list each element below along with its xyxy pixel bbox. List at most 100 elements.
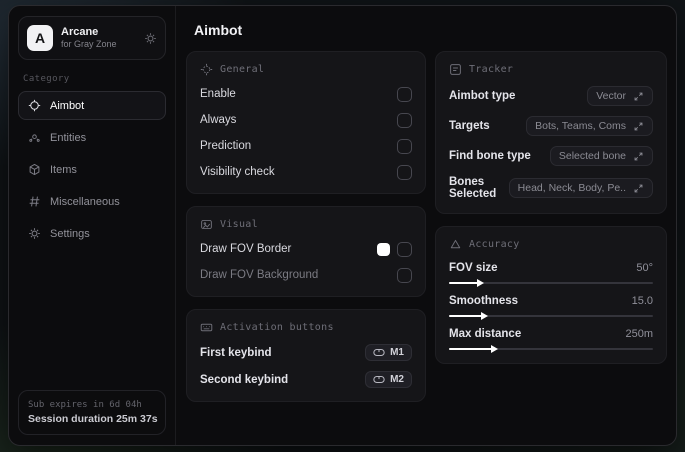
keybind-label: Second keybind xyxy=(200,373,289,386)
expand-icon xyxy=(633,183,644,194)
session-duration-text: Session duration 25m 37s xyxy=(28,413,158,425)
slider-label: Max distance xyxy=(449,328,522,340)
select-targets[interactable]: Bots, Teams, Coms xyxy=(526,116,653,136)
keybind-value: M1 xyxy=(390,347,404,358)
triangle-icon xyxy=(449,238,462,251)
tracker-rows: Aimbot type Vector Targets Bots, Teams, Com… xyxy=(449,86,653,200)
select-value: Vector xyxy=(596,90,626,102)
tracker-card-title: Tracker xyxy=(469,64,514,75)
checkbox-draw-fov-background[interactable] xyxy=(397,267,412,283)
main-content: Aimbot General Enable Always Prediction Vis… xyxy=(176,6,676,445)
general-rows: Enable Always Prediction Visibility check xyxy=(200,86,412,180)
slider-header: FOV size 50° xyxy=(449,262,653,274)
slider-track[interactable] xyxy=(449,344,653,353)
cheat-menu-window: A Arcane for Gray Zone Category Aimbot En… xyxy=(8,5,677,446)
general-card-header: General xyxy=(200,63,412,76)
keybind-button-m1[interactable]: M1 xyxy=(365,344,412,361)
slider-fill[interactable] xyxy=(449,278,484,287)
brand-card: A Arcane for Gray Zone xyxy=(18,16,166,60)
slider-label: Smoothness xyxy=(449,295,519,307)
image-icon xyxy=(200,218,213,231)
select-row: Bones Selected Head, Neck, Body, Pe.. xyxy=(449,176,653,200)
hash-icon xyxy=(28,195,41,208)
keybind-label: First keybind xyxy=(200,346,272,359)
toggle-row: Always xyxy=(200,112,412,128)
expand-icon xyxy=(633,91,644,102)
select-label: Aimbot type xyxy=(449,90,516,102)
checkbox-enable[interactable] xyxy=(397,86,412,102)
keybind-row: Second keybind M2 xyxy=(200,371,412,388)
keybind-row: First keybind M1 xyxy=(200,344,412,361)
toggle-label: Enable xyxy=(200,88,236,100)
slider-value: 250m xyxy=(625,328,653,340)
activation-card: Activation buttons First keybind M1 Second… xyxy=(186,309,426,402)
slider-header: Max distance 250m xyxy=(449,328,653,340)
sidebar-item-label: Aimbot xyxy=(50,99,85,112)
mouse-icon xyxy=(373,348,385,357)
sidebar-nav: Aimbot Entities Items Miscellaneous Settings xyxy=(18,91,166,248)
select-label: Bones Selected xyxy=(449,176,497,200)
slider-fill[interactable] xyxy=(449,311,488,320)
select-label: Find bone type xyxy=(449,150,531,162)
sidebar-item-entities[interactable]: Entities xyxy=(18,123,166,152)
keybind-button-m2[interactable]: M2 xyxy=(365,371,412,388)
sub-expiry-text: Sub expires in 6d 04h xyxy=(28,400,142,410)
general-card-title: General xyxy=(220,64,265,75)
entities-icon xyxy=(28,131,41,144)
visual-card-title: Visual xyxy=(220,219,258,230)
select-row: Targets Bots, Teams, Coms xyxy=(449,116,653,136)
toggle-row: Enable xyxy=(200,86,412,102)
content-columns: General Enable Always Prediction Visibility… xyxy=(186,51,667,402)
toggle-row: Draw FOV Border xyxy=(200,241,412,257)
select-label: Targets xyxy=(449,120,490,132)
slider-value: 50° xyxy=(636,262,653,274)
sidebar-item-settings[interactable]: Settings xyxy=(18,219,166,248)
activation-rows: First keybind M1 Second keybind M2 xyxy=(200,344,412,388)
subscription-info-box: Sub expires in 6d 04h Session duration 2… xyxy=(18,390,166,435)
app-name: Arcane xyxy=(61,26,99,38)
select-row: Aimbot type Vector xyxy=(449,86,653,106)
checkbox-prediction[interactable] xyxy=(397,138,412,154)
activation-card-title: Activation buttons xyxy=(220,322,334,333)
slider-smoothness: Smoothness 15.0 xyxy=(449,295,653,320)
select-row: Find bone type Selected bone xyxy=(449,146,653,166)
gear-icon xyxy=(28,227,41,240)
visual-rows: Draw FOV Border Draw FOV Background xyxy=(200,241,412,283)
toggle-label: Draw FOV Border xyxy=(200,243,292,255)
slider-track[interactable] xyxy=(449,278,653,287)
crosshair-icon xyxy=(28,99,41,112)
left-column: General Enable Always Prediction Visibility… xyxy=(186,51,426,402)
sidebar-item-miscellaneous[interactable]: Miscellaneous xyxy=(18,187,166,216)
select-find-bone-type[interactable]: Selected bone xyxy=(549,146,653,166)
game-background: A Arcane for Gray Zone Category Aimbot En… xyxy=(0,0,685,452)
select-value: Bots, Teams, Coms xyxy=(535,120,626,132)
checkbox-always[interactable] xyxy=(397,112,412,128)
toggle-controls xyxy=(377,241,412,257)
slider-fill[interactable] xyxy=(449,344,498,353)
toggle-label: Always xyxy=(200,114,237,126)
checkbox-visibility-check[interactable] xyxy=(397,164,412,180)
slider-max-distance: Max distance 250m xyxy=(449,328,653,353)
sidebar-item-label: Entities xyxy=(50,131,87,144)
sidebar-item-aimbot[interactable]: Aimbot xyxy=(18,91,166,120)
toggle-label: Visibility check xyxy=(200,166,275,178)
sidebar-item-items[interactable]: Items xyxy=(18,155,166,184)
tracker-card: Tracker Aimbot type Vector Targets Bots, Te… xyxy=(435,51,667,214)
color-swatch[interactable] xyxy=(377,242,390,256)
gear-icon[interactable] xyxy=(144,32,157,45)
keybind-value: M2 xyxy=(390,374,404,385)
toggle-label: Prediction xyxy=(200,140,252,152)
checkbox-draw-fov-border[interactable] xyxy=(397,241,412,257)
sidebar: A Arcane for Gray Zone Category Aimbot En… xyxy=(9,6,176,445)
slider-header: Smoothness 15.0 xyxy=(449,295,653,307)
select-aimbot-type[interactable]: Vector xyxy=(587,86,653,106)
expand-icon xyxy=(633,121,644,132)
toggle-label: Draw FOV Background xyxy=(200,269,319,281)
slider-value: 15.0 xyxy=(631,295,653,307)
slider-label: FOV size xyxy=(449,262,498,274)
right-column: Tracker Aimbot type Vector Targets Bots, Te… xyxy=(435,51,667,364)
slider-track[interactable] xyxy=(449,311,653,320)
select-bones-selected[interactable]: Head, Neck, Body, Pe.. xyxy=(508,178,653,198)
mouse-icon xyxy=(373,375,385,384)
brand-text: Arcane for Gray Zone xyxy=(61,26,136,50)
